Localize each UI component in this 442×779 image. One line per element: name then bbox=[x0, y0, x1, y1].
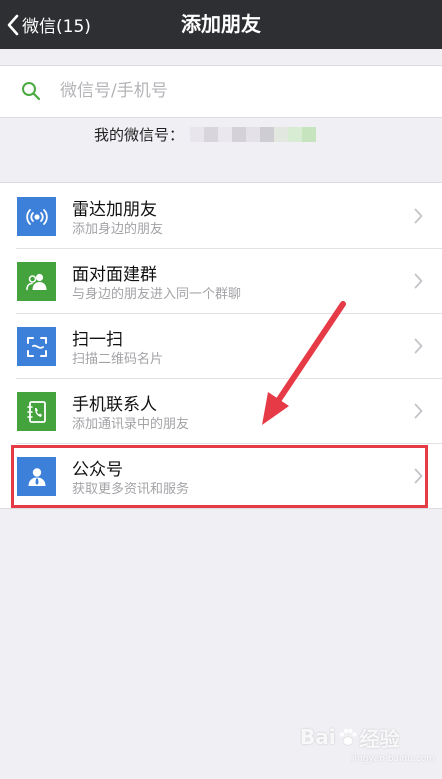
chevron-right-icon bbox=[414, 403, 423, 419]
phone-contacts-item[interactable]: 手机联系人 添加通讯录中的朋友 bbox=[0, 378, 442, 443]
face-to-face-group-icon bbox=[17, 262, 56, 301]
scan-item[interactable]: 扫一扫 扫描二维码名片 bbox=[0, 313, 442, 378]
radar-add-friends-item[interactable]: 雷达加朋友 添加身边的朋友 bbox=[0, 183, 442, 248]
back-button[interactable]: 微信(15) bbox=[6, 0, 91, 49]
baidu-paw-icon bbox=[339, 728, 357, 746]
item-subtitle: 获取更多资讯和服务 bbox=[72, 482, 190, 497]
item-subtitle: 扫描二维码名片 bbox=[72, 352, 164, 367]
my-wechat-id-label: 我的微信号： bbox=[94, 125, 185, 144]
search-input[interactable] bbox=[60, 74, 420, 108]
back-label: 微信(15) bbox=[22, 17, 91, 37]
item-subtitle: 与身边的朋友进入同一个群聊 bbox=[72, 287, 242, 302]
official-account-icon bbox=[17, 457, 56, 496]
item-title: 面对面建群 bbox=[72, 265, 157, 285]
phone-contacts-icon bbox=[17, 392, 56, 431]
watermark-brand-left: Bai bbox=[300, 725, 336, 749]
radar-icon bbox=[17, 197, 56, 236]
blurred-wechat-id bbox=[190, 126, 317, 142]
item-title: 扫一扫 bbox=[72, 330, 123, 350]
official-accounts-item[interactable]: 公众号 获取更多资讯和服务 bbox=[0, 443, 442, 508]
chevron-right-icon bbox=[414, 208, 423, 224]
watermark-url: jingyan.baidu.com bbox=[352, 754, 436, 764]
face-to-face-group-item[interactable]: 面对面建群 与身边的朋友进入同一个群聊 bbox=[0, 248, 442, 313]
item-subtitle: 添加通讯录中的朋友 bbox=[72, 417, 190, 432]
chevron-right-icon bbox=[414, 273, 423, 289]
baidu-jingyan-watermark: Bai 经验 bbox=[300, 722, 400, 752]
chevron-left-icon bbox=[7, 14, 19, 35]
watermark-brand-right: 经验 bbox=[359, 726, 400, 751]
chevron-right-icon bbox=[414, 338, 423, 354]
chevron-right-icon bbox=[414, 468, 423, 484]
add-friend-options: 雷达加朋友 添加身边的朋友 面对面建群 与身边的朋友进入同一个群聊 扫一扫 扫描… bbox=[0, 182, 442, 509]
item-title: 雷达加朋友 bbox=[72, 200, 157, 220]
item-subtitle: 添加身边的朋友 bbox=[72, 222, 164, 237]
item-title: 公众号 bbox=[72, 460, 123, 480]
search-icon bbox=[22, 82, 41, 101]
scan-icon bbox=[17, 327, 56, 366]
nav-bar: 微信(15) 添加朋友 bbox=[0, 0, 442, 49]
item-title: 手机联系人 bbox=[72, 395, 157, 415]
search-bar bbox=[0, 65, 442, 118]
my-wechat-id: 我的微信号： bbox=[94, 124, 317, 144]
